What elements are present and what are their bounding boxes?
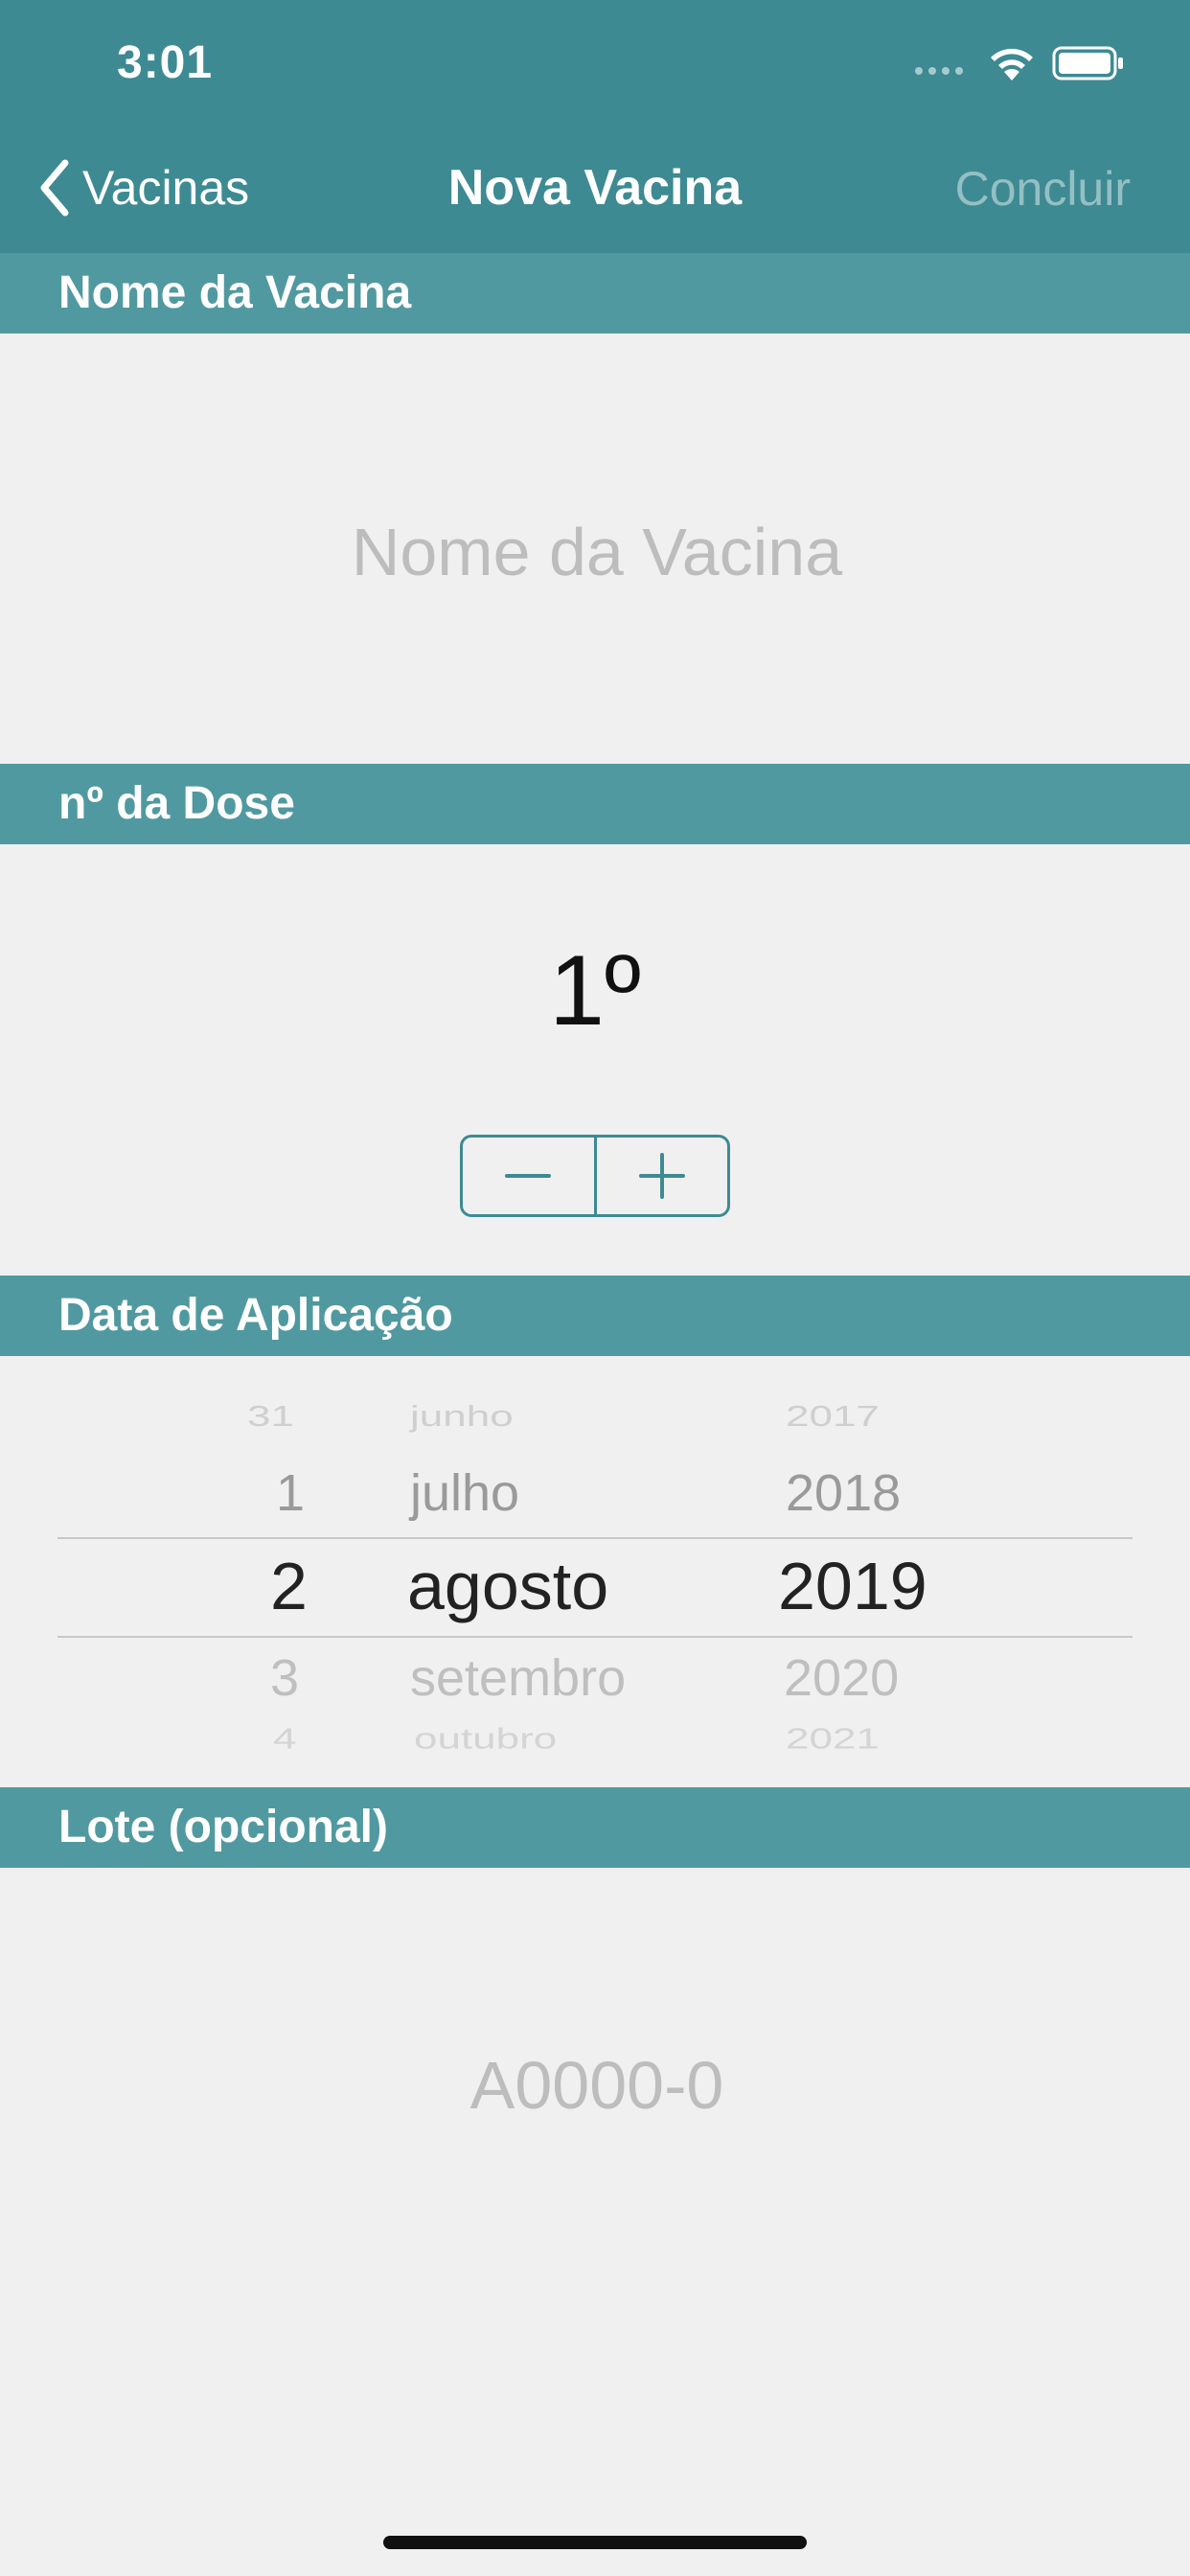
section-header-date: Data de Aplicação [0, 1276, 1190, 1356]
wifi-icon [991, 48, 1033, 80]
picker-day[interactable]: 3 [270, 1648, 299, 1708]
picker-month[interactable]: outubro [414, 1722, 557, 1751]
picker-month[interactable]: setembro [410, 1648, 626, 1708]
picker-selection-bottom-line [57, 1636, 1133, 1638]
picker-year[interactable]: 2017 [786, 1402, 880, 1434]
picker-year[interactable]: 2018 [786, 1463, 901, 1523]
picker-row: 3 setembro 2020 [0, 1648, 1190, 1710]
dose-value: 1º [549, 935, 641, 1046]
picker-day[interactable]: 4 [273, 1722, 296, 1751]
minus-icon [505, 1174, 552, 1178]
picker-selection-top-line [57, 1537, 1133, 1539]
section-header-vaccine-name: Nome da Vacina [0, 253, 1190, 334]
date-picker[interactable]: 31 junho 2017 1 julho 2018 2 agosto 2019… [0, 1356, 1190, 1786]
cellular-signal-icon [915, 67, 963, 75]
plus-icon [638, 1153, 685, 1199]
picker-row-selected: 2 agosto 2019 [0, 1548, 1190, 1636]
picker-day-selected[interactable]: 2 [270, 1548, 308, 1624]
vaccine-name-input[interactable] [0, 498, 1190, 606]
battery-icon [1052, 46, 1123, 80]
done-button[interactable]: Concluir [955, 161, 1131, 217]
dose-stepper[interactable] [460, 1135, 730, 1217]
section-header-lot: Lote (opcional) [0, 1787, 1190, 1868]
section-header-dose: nº da Dose [0, 764, 1190, 844]
picker-month[interactable]: junho [410, 1402, 514, 1434]
picker-day[interactable]: 31 [247, 1402, 294, 1434]
picker-year[interactable]: 2020 [784, 1648, 899, 1708]
picker-row: 31 junho 2017 [0, 1402, 1190, 1435]
picker-month[interactable]: julho [410, 1463, 519, 1523]
decrement-button[interactable] [463, 1138, 594, 1214]
home-indicator [383, 2536, 807, 2549]
status-time: 3:01 [117, 37, 214, 88]
picker-day[interactable]: 1 [276, 1463, 305, 1523]
lot-input[interactable] [0, 2032, 1190, 2139]
increment-button[interactable] [597, 1138, 728, 1214]
picker-year[interactable]: 2021 [786, 1722, 880, 1751]
picker-month-selected[interactable]: agosto [407, 1548, 608, 1624]
picker-row: 4 outubro 2021 [0, 1722, 1190, 1751]
picker-row: 1 julho 2018 [0, 1463, 1190, 1525]
picker-year-selected[interactable]: 2019 [778, 1548, 927, 1624]
